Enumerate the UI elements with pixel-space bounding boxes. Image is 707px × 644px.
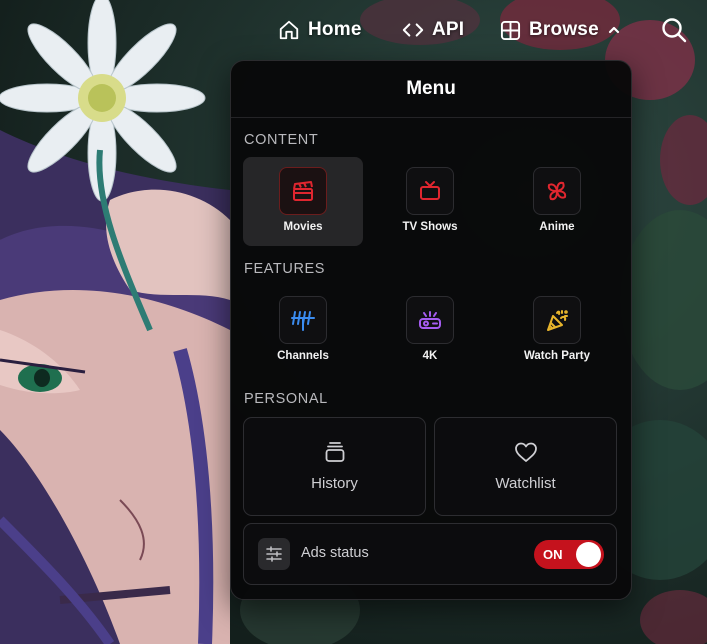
grid-icon (500, 20, 521, 41)
clapperboard-icon (279, 167, 327, 215)
menu-item-history[interactable]: History (243, 417, 426, 516)
nav-home-link[interactable]: Home (278, 14, 362, 46)
menu-item-label: History (311, 475, 358, 492)
section-label-features: FEATURES (244, 261, 326, 277)
menu-item-label: Channels (277, 350, 329, 362)
ads-status-label: Ads status (301, 545, 369, 561)
menu-item-4k[interactable]: 4K (370, 286, 490, 375)
menu-item-movies[interactable]: Movies (243, 157, 363, 246)
ads-toggle[interactable]: ON (534, 540, 604, 569)
menu-item-channels[interactable]: Channels (243, 286, 363, 375)
antenna-icon (279, 296, 327, 344)
projector-icon (406, 296, 454, 344)
toggle-knob (576, 542, 601, 567)
tv-icon (406, 167, 454, 215)
menu-item-label: 4K (422, 350, 438, 362)
menu-item-watchlist[interactable]: Watchlist (434, 417, 617, 516)
menu-item-label: Watchlist (495, 475, 556, 492)
content-grid: Movies TV Shows Anime (243, 157, 617, 247)
menu-item-tv-shows[interactable]: TV Shows (370, 157, 490, 246)
menu-item-label: Watch Party (523, 350, 591, 362)
personal-grid: History Watchlist (243, 417, 617, 516)
browse-menu-panel: Menu CONTENT Movies TV Shows Anime FEATU… (230, 60, 632, 600)
menu-item-label: TV Shows (402, 221, 458, 233)
party-popper-icon (533, 296, 581, 344)
ads-status-row: Ads status ON (243, 523, 617, 585)
chevron-up-icon (607, 23, 621, 37)
section-label-content: CONTENT (244, 132, 319, 148)
nav-browse-label: Browse (529, 19, 599, 40)
heart-icon (514, 441, 538, 467)
nav-api-label: API (432, 19, 465, 40)
nav-browse-dropdown[interactable]: Browse (500, 14, 621, 46)
menu-item-anime[interactable]: Anime (497, 157, 617, 246)
nav-api-link[interactable]: API (402, 14, 464, 46)
menu-item-label: Movies (283, 221, 323, 233)
menu-title: Menu (231, 61, 631, 118)
code-icon (402, 20, 424, 40)
nav-home-label: Home (308, 19, 362, 40)
sliders-icon (258, 538, 290, 570)
history-stack-icon (324, 441, 346, 467)
search-button[interactable] (660, 14, 688, 46)
home-icon (278, 19, 300, 41)
menu-item-watch-party[interactable]: Watch Party (497, 286, 617, 375)
top-navigation: Home API Browse (0, 14, 707, 46)
ads-toggle-text: ON (543, 547, 563, 562)
features-grid: Channels 4K Watch Party (243, 286, 617, 376)
pinwheel-icon (533, 167, 581, 215)
section-label-personal: PERSONAL (244, 391, 328, 407)
menu-item-label: Anime (539, 221, 575, 233)
search-icon (660, 16, 688, 44)
